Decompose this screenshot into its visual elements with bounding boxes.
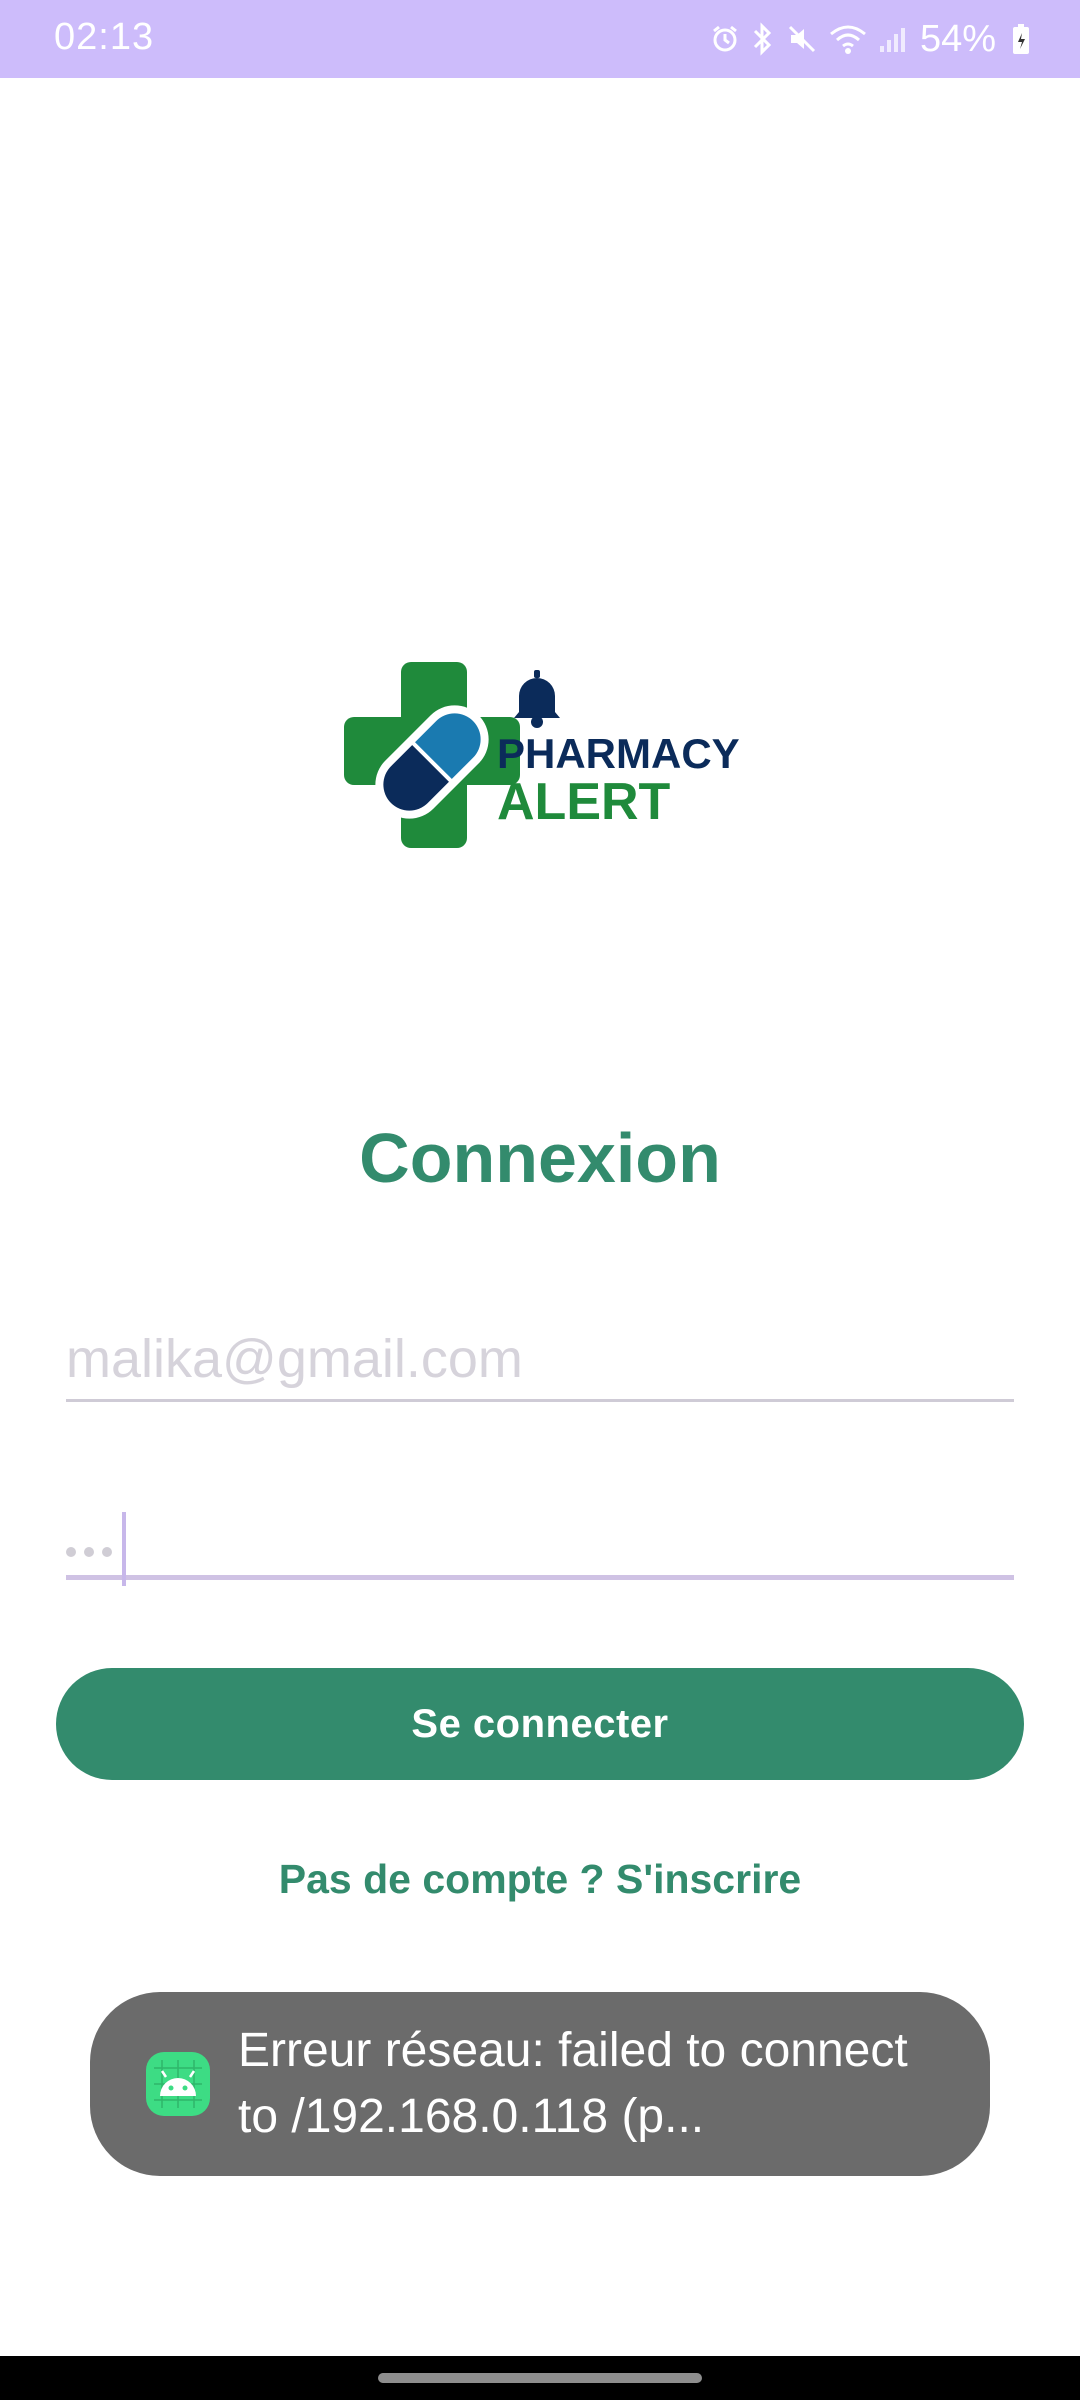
signal-icon bbox=[878, 24, 908, 54]
alarm-icon bbox=[710, 24, 740, 54]
bell-icon bbox=[514, 670, 560, 728]
password-dot bbox=[84, 1547, 94, 1557]
status-time: 02:13 bbox=[54, 16, 155, 58]
password-dot bbox=[66, 1547, 76, 1557]
email-value: malika@gmail.com bbox=[66, 1329, 523, 1389]
android-app-icon bbox=[146, 2052, 210, 2116]
battery-percent: 54% bbox=[919, 17, 996, 60]
home-gesture-handle[interactable] bbox=[378, 2373, 702, 2383]
email-field[interactable]: malika@gmail.com bbox=[66, 1320, 1014, 1402]
error-toast: Erreur réseau: failed to connect to /192… bbox=[90, 1992, 990, 2176]
pharmacy-alert-logo: PHARMACY ALERT bbox=[340, 652, 750, 852]
status-icons: 54% bbox=[700, 14, 1030, 64]
mute-icon bbox=[786, 23, 818, 55]
password-field[interactable] bbox=[66, 1490, 1014, 1586]
battery-icon bbox=[1012, 23, 1030, 55]
wifi-icon bbox=[828, 23, 868, 55]
signup-link[interactable]: Pas de compte ? S'inscrire bbox=[0, 1856, 1080, 1903]
toast-message: Erreur réseau: failed to connect to /192… bbox=[238, 2024, 908, 2143]
login-button[interactable]: Se connecter bbox=[56, 1668, 1024, 1780]
status-bar: 02:13 54% bbox=[0, 0, 1080, 78]
bluetooth-icon bbox=[750, 22, 776, 56]
logo-text-alert: ALERT bbox=[497, 773, 671, 831]
logo-text-pharmacy: PHARMACY bbox=[497, 730, 740, 777]
password-dot bbox=[102, 1547, 112, 1557]
text-cursor bbox=[122, 1512, 126, 1586]
password-mask bbox=[66, 1512, 126, 1586]
page-title: Connexion bbox=[359, 1119, 721, 1197]
